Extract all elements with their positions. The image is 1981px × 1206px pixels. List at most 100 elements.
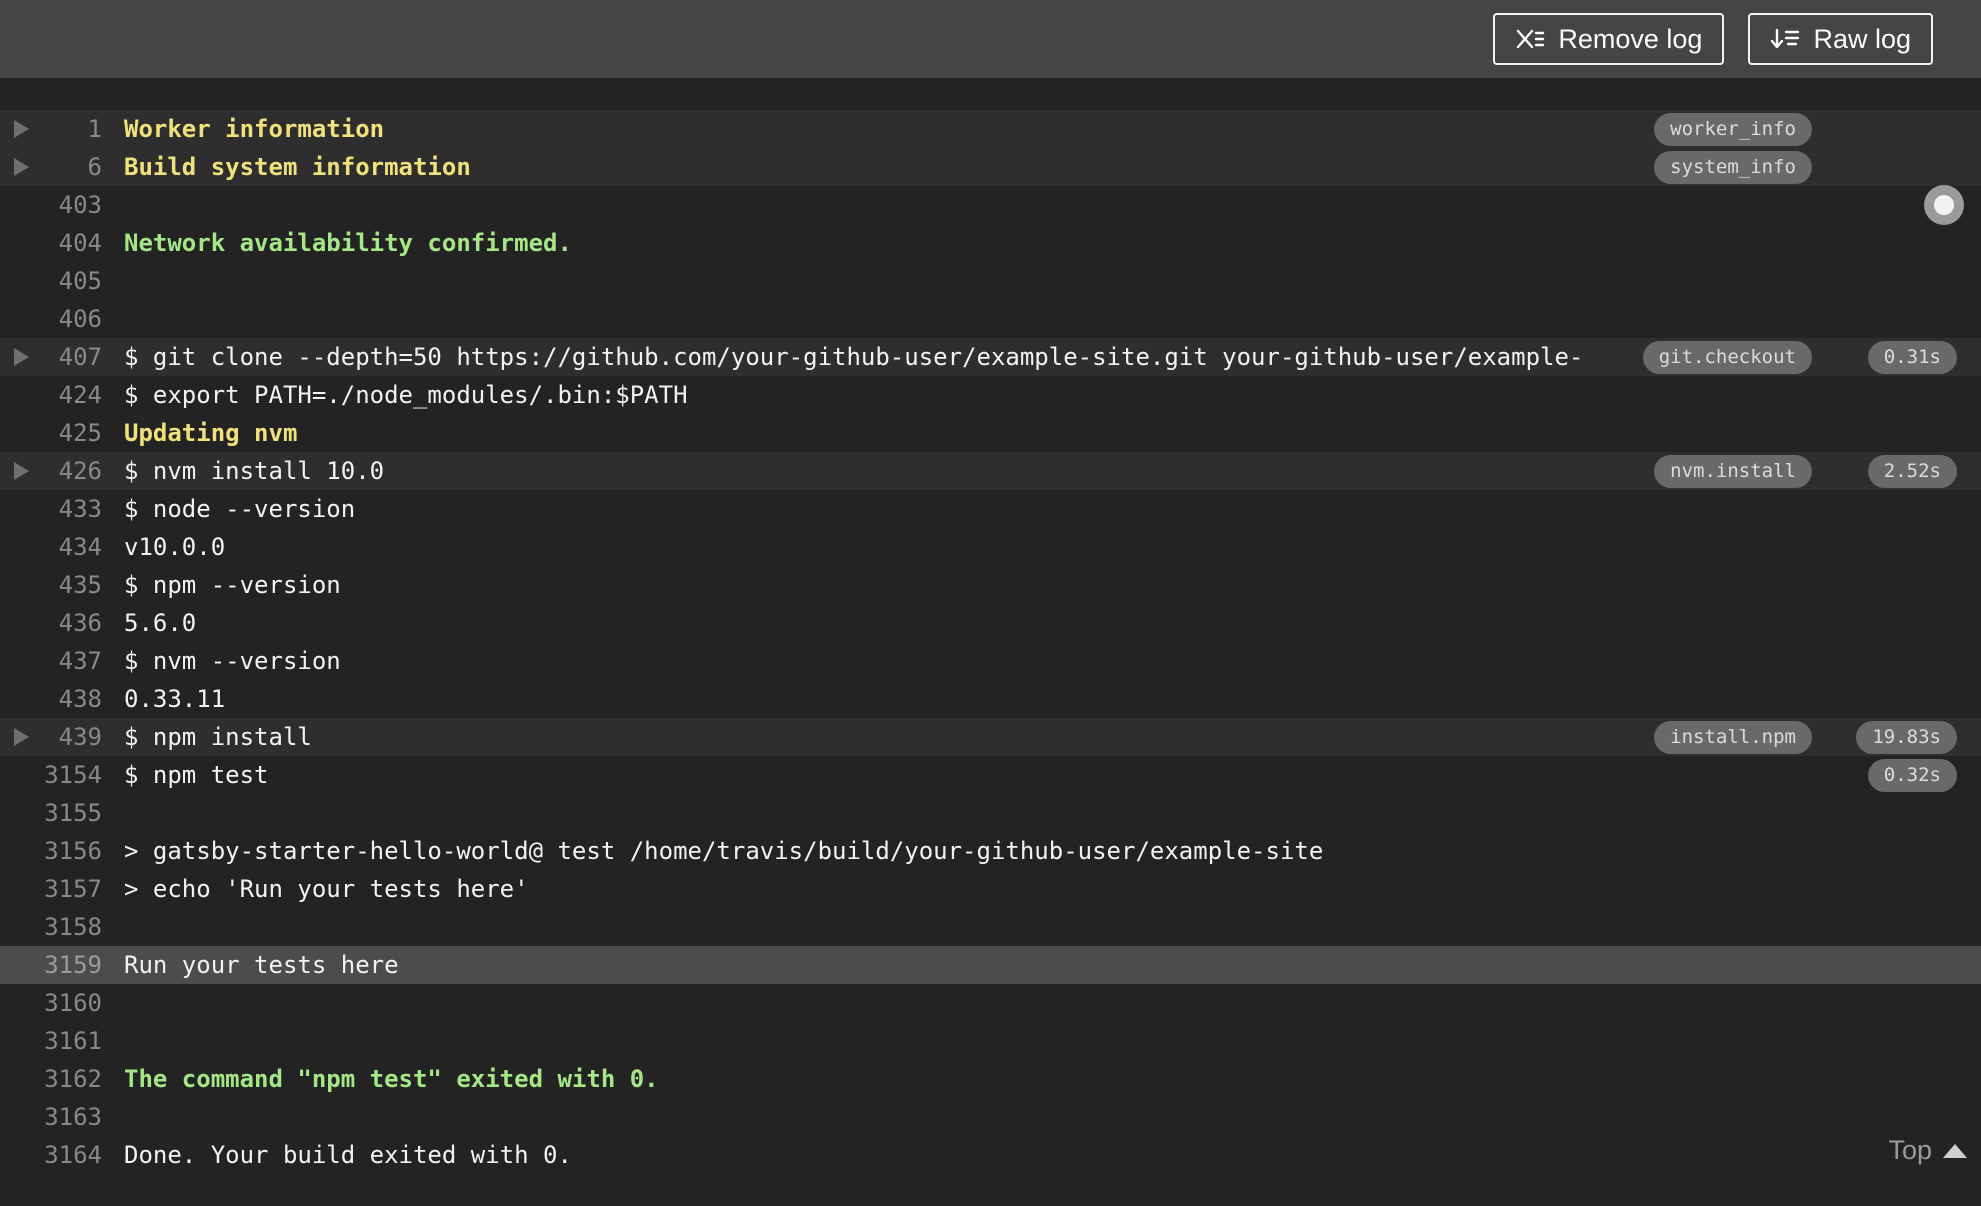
- log-row: 424 $ export PATH=./node_modules/.bin:$P…: [0, 376, 1981, 414]
- line-number[interactable]: 436: [42, 609, 102, 637]
- fold-toggle-icon[interactable]: [14, 348, 42, 366]
- duration-badge: 0.32s: [1867, 758, 1957, 792]
- line-text: $ npm test: [124, 761, 269, 789]
- line-text: Network availability confirmed.: [124, 229, 572, 257]
- line-text: Build system information: [124, 153, 471, 181]
- line-number[interactable]: 437: [42, 647, 102, 675]
- log-pane: 1 Worker information worker_info 6 Build…: [0, 78, 1981, 1174]
- log-row: 405: [0, 262, 1981, 300]
- duration-slot: 0.32s: [1812, 758, 1957, 792]
- line-text: $ npm install: [124, 723, 312, 751]
- line-number[interactable]: 3161: [42, 1027, 102, 1055]
- top-link[interactable]: Top: [1888, 1135, 1967, 1166]
- remove-log-button[interactable]: Remove log: [1493, 12, 1725, 66]
- line-text: $ nvm --version: [124, 647, 341, 675]
- line-number[interactable]: 3156: [42, 837, 102, 865]
- raw-log-icon: [1770, 26, 1800, 52]
- line-number[interactable]: 435: [42, 571, 102, 599]
- duration-slot: 2.52s: [1812, 454, 1957, 488]
- line-number[interactable]: 424: [42, 381, 102, 409]
- duration-slot: 0.31s: [1812, 340, 1957, 374]
- log-row: 435 $ npm --version: [0, 566, 1981, 604]
- top-link-label: Top: [1888, 1135, 1932, 1165]
- line-number[interactable]: 407: [42, 343, 102, 371]
- fold-name-badge: system_info: [1654, 150, 1812, 184]
- line-text: > gatsby-starter-hello-world@ test /home…: [124, 837, 1324, 865]
- line-number[interactable]: 3160: [42, 989, 102, 1017]
- log-row: 3154 $ npm test 0.32s: [0, 756, 1981, 794]
- line-text: Worker information: [124, 115, 385, 143]
- remove-log-icon: [1515, 26, 1545, 52]
- line-text: v10.0.0: [124, 533, 226, 561]
- duration-badge: 19.83s: [1856, 720, 1957, 754]
- line-text: Updating nvm: [124, 419, 298, 447]
- log-row: 1 Worker information worker_info: [0, 110, 1981, 148]
- log-row: 3157 > echo 'Run your tests here': [0, 870, 1981, 908]
- log-row: 3163: [0, 1098, 1981, 1136]
- line-number[interactable]: 405: [42, 267, 102, 295]
- log-row: 3158: [0, 908, 1981, 946]
- line-text: $ npm --version: [124, 571, 341, 599]
- log-row: 404 Network availability confirmed.: [0, 224, 1981, 262]
- log-row: 3160: [0, 984, 1981, 1022]
- log-row: 425 Updating nvm: [0, 414, 1981, 452]
- log-row: 426 $ nvm install 10.0 nvm.install 2.52s: [0, 452, 1981, 490]
- line-number[interactable]: 3158: [42, 913, 102, 941]
- log-row: 434 v10.0.0: [0, 528, 1981, 566]
- line-text: Done. Your build exited with 0.: [124, 1141, 572, 1169]
- fold-name-badge: install.npm: [1654, 720, 1812, 754]
- log-row: 406: [0, 300, 1981, 338]
- fold-name-badge: worker_info: [1654, 112, 1812, 146]
- line-number[interactable]: 3162: [42, 1065, 102, 1093]
- line-number[interactable]: 406: [42, 305, 102, 333]
- log-row: 3159 Run your tests here: [0, 946, 1981, 984]
- line-number[interactable]: 1: [42, 115, 102, 143]
- raw-log-button[interactable]: Raw log: [1748, 12, 1933, 66]
- line-number[interactable]: 433: [42, 495, 102, 523]
- line-number[interactable]: 3159: [42, 951, 102, 979]
- log-row: 433 $ node --version: [0, 490, 1981, 528]
- log-row: 436 5.6.0: [0, 604, 1981, 642]
- duration-badge: 0.31s: [1867, 340, 1957, 374]
- line-number[interactable]: 3164: [42, 1141, 102, 1169]
- raw-log-label: Raw log: [1813, 23, 1911, 54]
- circle-dot-icon: [1934, 195, 1954, 215]
- line-number[interactable]: 3154: [42, 761, 102, 789]
- line-text: 5.6.0: [124, 609, 197, 637]
- line-number[interactable]: 3155: [42, 799, 102, 827]
- duration-badge: 2.52s: [1867, 454, 1957, 488]
- toolbar: Remove log Raw log: [0, 0, 1981, 78]
- log-row: 3164 Done. Your build exited with 0.: [0, 1136, 1981, 1174]
- line-number[interactable]: 3157: [42, 875, 102, 903]
- fold-toggle-icon[interactable]: [14, 728, 42, 746]
- line-number[interactable]: 6: [42, 153, 102, 181]
- follow-log-button[interactable]: [1924, 185, 1964, 225]
- line-number[interactable]: 403: [42, 191, 102, 219]
- line-number[interactable]: 438: [42, 685, 102, 713]
- log-row: 439 $ npm install install.npm 19.83s: [0, 718, 1981, 756]
- line-number[interactable]: 434: [42, 533, 102, 561]
- line-number[interactable]: 425: [42, 419, 102, 447]
- log-row: 3161: [0, 1022, 1981, 1060]
- log: 1 Worker information worker_info 6 Build…: [0, 110, 1981, 1174]
- line-text: The command "npm test" exited with 0.: [124, 1065, 659, 1093]
- line-number[interactable]: 426: [42, 457, 102, 485]
- line-number[interactable]: 3163: [42, 1103, 102, 1131]
- fold-toggle-icon[interactable]: [14, 120, 42, 138]
- line-text: Run your tests here: [124, 951, 399, 979]
- line-text: $ nvm install 10.0: [124, 457, 385, 485]
- log-row: 6 Build system information system_info: [0, 148, 1981, 186]
- line-number[interactable]: 439: [42, 723, 102, 751]
- fold-toggle-icon[interactable]: [14, 158, 42, 176]
- line-number[interactable]: 404: [42, 229, 102, 257]
- line-text: $ node --version: [124, 495, 356, 523]
- log-row: 3156 > gatsby-starter-hello-world@ test …: [0, 832, 1981, 870]
- log-row: 403: [0, 186, 1981, 224]
- fold-toggle-icon[interactable]: [14, 462, 42, 480]
- log-row: 437 $ nvm --version: [0, 642, 1981, 680]
- log-row: 3155: [0, 794, 1981, 832]
- line-text: $ export PATH=./node_modules/.bin:$PATH: [124, 381, 688, 409]
- line-text: 0.33.11: [124, 685, 226, 713]
- log-row: 3162 The command "npm test" exited with …: [0, 1060, 1981, 1098]
- log-row: 438 0.33.11: [0, 680, 1981, 718]
